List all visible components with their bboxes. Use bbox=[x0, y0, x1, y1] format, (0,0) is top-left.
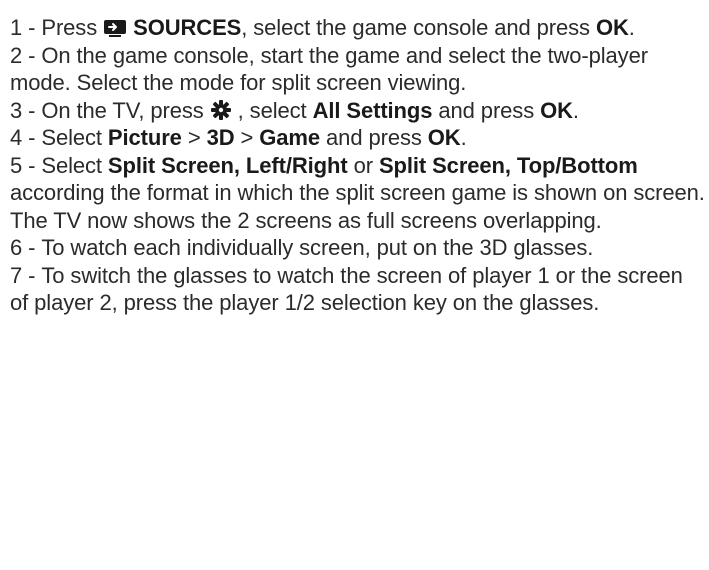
step-text: and press bbox=[438, 97, 535, 123]
step-text: On the game console, start the game and … bbox=[10, 42, 648, 96]
ok-key-label: OK bbox=[540, 97, 573, 123]
step-number: 4 - bbox=[10, 125, 36, 150]
step-text: Select bbox=[41, 152, 102, 178]
step-4: 4 - Select Picture >3D > Game and press OK. bbox=[10, 124, 705, 152]
step-text: Press bbox=[41, 15, 98, 40]
step-text: . bbox=[572, 97, 579, 123]
step-7: 7 - To switch the glasses to watch the sc… bbox=[10, 262, 705, 317]
instruction-list: 1 - Press SOURCES, select the game console… bbox=[10, 14, 705, 317]
step-3: 3 - On the TV, press, select All Settings … bbox=[10, 97, 705, 125]
split-screen-left-right-label: Split Screen, Left/Right bbox=[107, 152, 348, 178]
all-settings-label: All Settings bbox=[312, 97, 433, 123]
step-number: 2 - bbox=[10, 42, 36, 68]
ok-key-label: OK bbox=[427, 125, 461, 150]
step-text: , select bbox=[237, 97, 307, 123]
step-text: , select the game console and press bbox=[241, 15, 590, 40]
sources-key-label: SOURCES bbox=[133, 15, 242, 40]
step-6: 6 - To watch each individually screen, pu… bbox=[10, 234, 705, 262]
separator: > bbox=[187, 125, 201, 150]
sources-icon bbox=[103, 18, 127, 38]
step-text: To switch the glasses to watch the scree… bbox=[10, 262, 683, 316]
step-text: . bbox=[628, 15, 635, 40]
step-2: 2 - On the game console, start the game a… bbox=[10, 42, 705, 97]
step-text: Select bbox=[41, 125, 102, 150]
step-number: 5 - bbox=[10, 152, 36, 178]
step-text: according the format in which the split … bbox=[10, 180, 705, 233]
step-5: 5 - Select Split Screen, Left/Right or Spli… bbox=[10, 152, 705, 235]
step-number: 1 - bbox=[10, 15, 36, 40]
game-menu-label: Game bbox=[259, 125, 321, 150]
picture-menu-label: Picture bbox=[107, 125, 182, 150]
step-text: To watch each individually screen, put o… bbox=[41, 235, 594, 260]
step-text: On the TV, press bbox=[41, 97, 204, 123]
ok-key-label: OK bbox=[595, 15, 629, 40]
step-1: 1 - Press SOURCES, select the game console… bbox=[10, 14, 705, 42]
step-number: 7 - bbox=[10, 262, 36, 288]
split-screen-top-bottom-label: Split Screen, Top/Bottom bbox=[378, 152, 638, 178]
step-text: and press bbox=[326, 125, 422, 150]
step-number: 6 - bbox=[10, 235, 36, 260]
3d-menu-label: 3D bbox=[206, 125, 235, 150]
step-number: 3 - bbox=[10, 97, 36, 123]
step-text: . bbox=[460, 125, 467, 150]
settings-gear-icon bbox=[210, 99, 232, 121]
separator: > bbox=[240, 125, 254, 150]
step-text: or bbox=[353, 152, 373, 178]
